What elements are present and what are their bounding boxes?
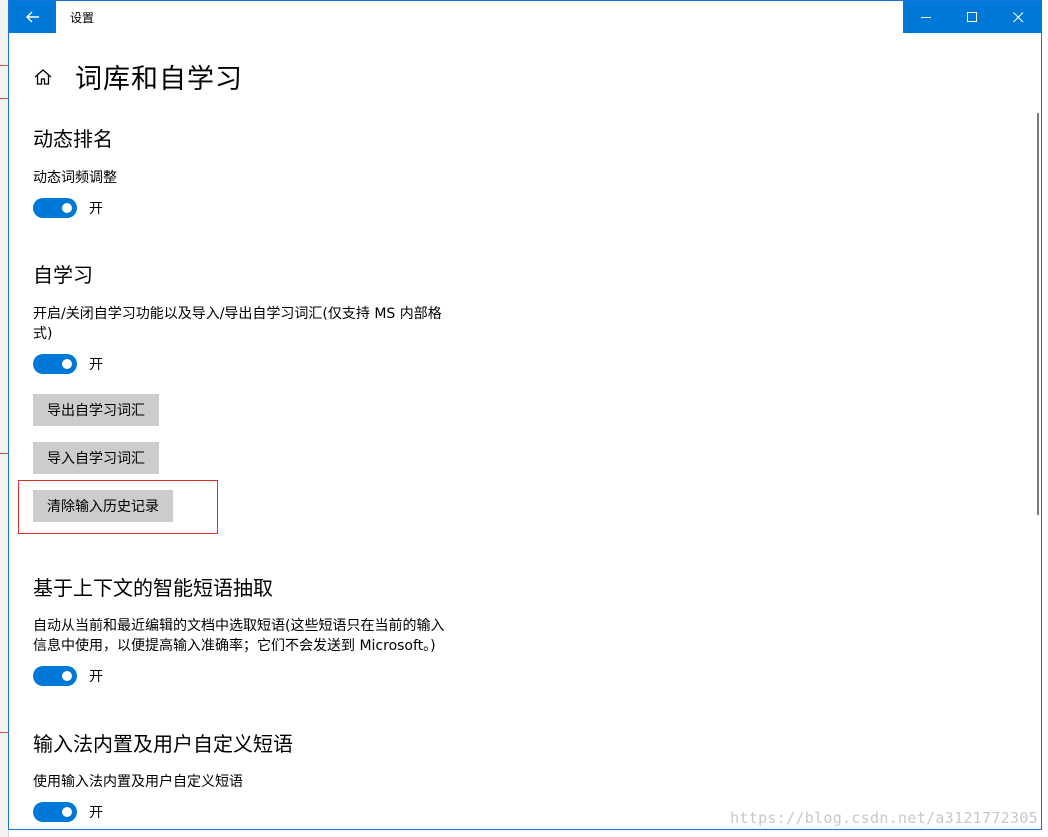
context-label-line2: 信息中使用，以便提高输入准确率；它们不会发送到 Microsoft。)	[33, 638, 436, 654]
clear-history-button[interactable]: 清除输入历史记录	[33, 490, 173, 522]
context-toggle-row: 开	[33, 666, 103, 686]
toggle-state-text: 开	[89, 201, 103, 217]
section-title-selflearn: 自学习	[33, 263, 93, 287]
window-controls	[903, 1, 1041, 33]
page-title: 词库和自学习	[75, 64, 243, 95]
toggle-state-text: 开	[89, 805, 103, 821]
background-divider	[0, 453, 8, 454]
export-vocabulary-button[interactable]: 导出自学习词汇	[33, 394, 159, 426]
page-header: 词库和自学习	[33, 57, 243, 96]
settings-window: 设置 词库和自学习 动态排名 动态词频调整 开 自学习 开启/关闭自学习功能以及…	[8, 0, 1042, 830]
toggle-state-text: 开	[89, 357, 103, 373]
dynamic-frequency-toggle[interactable]	[33, 198, 77, 218]
selflearn-label-line1: 开启/关闭自学习功能以及导入/导出自学习词汇(仅支持 MS 内部格	[33, 306, 442, 322]
background-divider	[0, 65, 8, 66]
phrases-toggle-row: 开	[33, 802, 103, 822]
phrases-label: 使用输入法内置及用户自定义短语	[33, 774, 243, 790]
selflearn-label-line2: 式)	[33, 326, 53, 342]
watermark: https://blog.csdn.net/a3121772305	[730, 809, 1038, 827]
back-button[interactable]	[9, 1, 56, 33]
maximize-button[interactable]	[949, 1, 995, 33]
section-title-dynamic: 动态排名	[33, 127, 113, 151]
toggle-state-text: 开	[89, 669, 103, 685]
close-button[interactable]	[995, 1, 1041, 33]
selflearn-toggle[interactable]	[33, 354, 77, 374]
background-divider	[0, 732, 8, 733]
import-vocabulary-button[interactable]: 导入自学习词汇	[33, 442, 159, 474]
maximize-icon	[966, 11, 977, 22]
minimize-icon	[920, 16, 931, 18]
minimize-button[interactable]	[903, 1, 949, 33]
section-title-phrases: 输入法内置及用户自定义短语	[33, 732, 293, 756]
dynamic-frequency-toggle-row: 开	[33, 198, 103, 218]
window-title: 设置	[70, 11, 95, 25]
custom-phrases-toggle[interactable]	[33, 802, 77, 822]
selflearn-toggle-row: 开	[33, 354, 103, 374]
close-icon	[1012, 11, 1023, 22]
dynamic-frequency-label: 动态词频调整	[33, 170, 117, 186]
back-arrow-icon	[25, 11, 39, 23]
context-phrase-toggle[interactable]	[33, 666, 77, 686]
title-bar: 设置	[9, 1, 1041, 33]
section-title-context: 基于上下文的智能短语抽取	[33, 576, 273, 600]
home-icon[interactable]	[33, 67, 53, 87]
context-label-line1: 自动从当前和最近编辑的文档中选取短语(这些短语只在当前的输入	[33, 618, 445, 634]
background-divider	[0, 98, 8, 99]
vertical-scrollbar[interactable]	[1037, 113, 1039, 515]
